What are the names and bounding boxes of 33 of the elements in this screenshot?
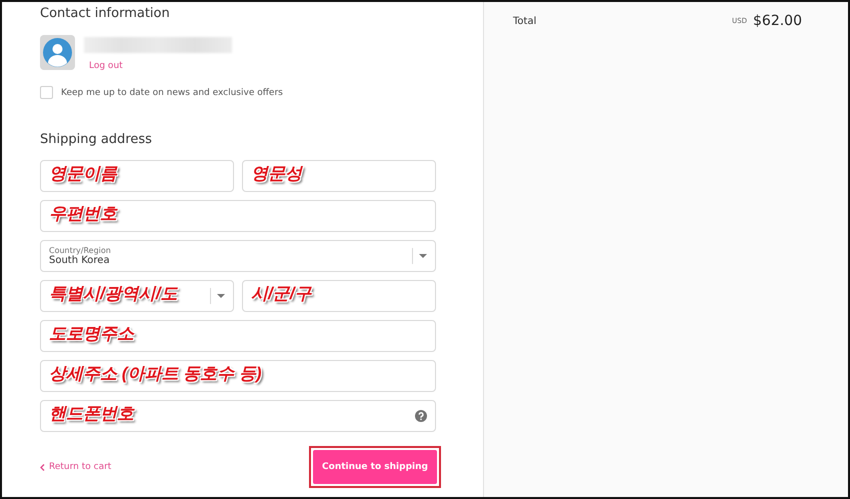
field-annotation: 상세주소 (아파트 동호수 등)	[49, 362, 262, 384]
avatar-icon	[40, 35, 75, 70]
input-field[interactable]: 영문성	[242, 160, 436, 192]
input-field[interactable]: 도로명주소	[40, 320, 436, 352]
field-annotation: 핸드폰번호	[49, 402, 134, 424]
select-field[interactable]: Country/Region South Korea	[40, 240, 436, 272]
input-field[interactable]: 영문이름	[40, 160, 234, 192]
section-title: Contact information	[40, 6, 171, 22]
help-icon[interactable]	[415, 410, 427, 422]
newsletter-label: Keep me up to date on news and exclusive offers	[61, 88, 283, 98]
continue-button[interactable]: Continue to shipping	[313, 450, 437, 484]
logout-link[interactable]: Log out	[89, 61, 123, 71]
field-annotation: 우편번호	[49, 202, 117, 224]
field-annotation: 도로명주소	[49, 322, 134, 344]
dropdown-caret-icon	[217, 294, 225, 298]
field-label: Country/Region	[49, 246, 111, 255]
select-field[interactable]: 특별시/광역시/도	[40, 280, 234, 312]
input-field[interactable]: 우편번호	[40, 200, 436, 232]
field-annotation: 영문이름	[49, 162, 117, 184]
field-annotation: 시/군/구	[251, 282, 312, 304]
field-annotation: 특별시/광역시/도	[49, 282, 178, 304]
return-to-cart-link[interactable]: Return to cart	[40, 462, 112, 472]
section-title: Shipping address	[40, 132, 153, 148]
input-field[interactable]: 핸드폰번호	[40, 400, 436, 432]
input-field[interactable]: 상세주소 (아파트 동호수 등)	[40, 360, 436, 392]
field-value: South Korea	[49, 255, 110, 266]
input-field[interactable]: 시/군/구	[242, 280, 436, 312]
total-amount: $62.00	[753, 13, 802, 29]
chevron-left-icon	[40, 464, 45, 470]
total-label: Total	[513, 16, 536, 26]
dropdown-caret-icon	[419, 254, 427, 258]
field-annotation: 영문성	[251, 162, 302, 184]
newsletter-checkbox[interactable]	[40, 86, 53, 99]
